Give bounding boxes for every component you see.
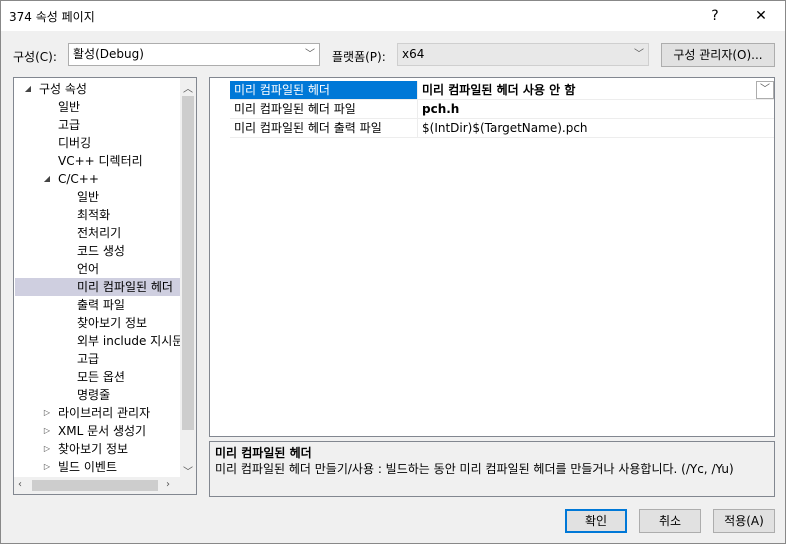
tree-item-label: 최적화 (77, 208, 111, 222)
grid-row[interactable]: 미리 컴파일된 헤더 파일 pch.h (230, 100, 774, 119)
chevron-down-icon: ﹀ (305, 49, 315, 60)
tree-item-label: 전처리기 (77, 226, 122, 240)
tree-item[interactable]: VC++ 디렉터리 (15, 152, 181, 170)
scroll-up-icon[interactable]: ︿ (183, 80, 193, 95)
tree-item-label: 구성 속성 (39, 82, 87, 96)
tree-item-label: 일반 (58, 100, 81, 114)
apply-button[interactable]: 적용(A) (713, 509, 775, 533)
tree-item-label: 찾아보기 정보 (77, 316, 148, 330)
tree-item[interactable]: 언어 (15, 260, 181, 278)
tree-item[interactable]: 코드 생성 (15, 242, 181, 260)
description-panel: 미리 컴파일된 헤더 미리 컴파일된 헤더 만들기/사용 : 빌드하는 동안 미… (209, 441, 775, 497)
close-button[interactable]: ✕ (739, 1, 783, 31)
tree-horizontal-scrollbar[interactable]: ‹ › (14, 477, 196, 494)
platform-value: x64 (402, 47, 425, 61)
scroll-left-icon[interactable]: ‹ (18, 479, 22, 490)
tree-item-label: 외부 include 지시문 (77, 334, 181, 348)
platform-label: 플랫폼(P): (332, 50, 386, 64)
scroll-right-icon[interactable]: › (166, 479, 170, 490)
chevron-down-icon[interactable]: ﹀ (756, 81, 774, 99)
tree-item-label: 빌드 이벤트 (58, 460, 118, 474)
tree-item-label: 명령줄 (77, 388, 111, 402)
tree-item[interactable]: 출력 파일 (15, 296, 181, 314)
expand-arrow-icon[interactable]: ▷ (42, 458, 52, 476)
property-grid[interactable]: 미리 컴파일된 헤더 미리 컴파일된 헤더 사용 안 함 ﹀ 미리 컴파일된 헤… (209, 77, 775, 437)
config-value: 활성(Debug) (73, 47, 144, 61)
tree-item-label: 찾아보기 정보 (58, 442, 129, 456)
config-label: 구성(C): (13, 50, 57, 64)
tree-item-label: 고급 (77, 352, 100, 366)
tree-item-label: 미리 컴파일된 헤더 (77, 280, 173, 294)
expand-arrow-icon[interactable]: ▷ (42, 422, 52, 440)
tree-item[interactable]: 전처리기 (15, 224, 181, 242)
expand-arrow-icon[interactable]: ▷ (42, 404, 52, 422)
window-title: 374 속성 페이지 (9, 10, 95, 24)
chevron-down-icon: ﹀ (634, 49, 644, 60)
tree-item[interactable]: 최적화 (15, 206, 181, 224)
tree-item[interactable]: ◢ C/C++ (15, 170, 181, 188)
collapse-arrow-icon[interactable]: ◢ (23, 80, 33, 98)
platform-dropdown[interactable]: x64 ﹀ (397, 43, 649, 66)
tree-item[interactable]: 외부 include 지시문 (15, 332, 181, 350)
tree-item-label: 고급 (58, 118, 81, 132)
tree-item-label: 출력 파일 (77, 298, 125, 312)
property-pages-dialog: 374 속성 페이지 ? ✕ 구성(C): 활성(Debug) ﹀ 플랫폼(P)… (0, 0, 786, 544)
scroll-down-icon[interactable]: ﹀ (183, 463, 193, 478)
tree-item-label: 모든 옵션 (77, 370, 125, 384)
scroll-thumb[interactable] (182, 96, 194, 430)
title-bar: 374 속성 페이지 ? ✕ (1, 1, 785, 31)
description-title: 미리 컴파일된 헤더 (215, 446, 312, 460)
tree-item-label: 언어 (77, 262, 100, 276)
description-text: 미리 컴파일된 헤더 만들기/사용 : 빌드하는 동안 미리 컴파일된 헤더를 … (215, 462, 734, 476)
tree-item-label: 일반 (77, 190, 100, 204)
property-name[interactable]: 미리 컴파일된 헤더 파일 (230, 100, 418, 118)
collapse-arrow-icon[interactable]: ◢ (42, 170, 52, 188)
tree-item[interactable]: 명령줄 (15, 386, 181, 404)
tree-item[interactable]: 모든 옵션 (15, 368, 181, 386)
cancel-button[interactable]: 취소 (639, 509, 701, 533)
tree-item[interactable]: 고급 (15, 350, 181, 368)
help-button[interactable]: ? (693, 1, 737, 31)
tree-item[interactable]: 일반 (15, 188, 181, 206)
tree-item[interactable]: ▷ 찾아보기 정보 (15, 440, 181, 458)
tree-item-label: 라이브러리 관리자 (58, 406, 151, 420)
tree-item[interactable]: ◢ 구성 속성 (15, 80, 181, 98)
property-tree[interactable]: ◢ 구성 속성 일반 고급 디버깅 VC++ 디렉터리 ◢ C/C++ 일반 최적화 전처리기 코드 … (13, 77, 197, 495)
tree-vertical-scrollbar[interactable]: ︿ ﹀ (180, 78, 196, 478)
ok-button[interactable]: 확인 (565, 509, 627, 533)
expand-arrow-icon[interactable]: ▷ (42, 440, 52, 458)
tree-item-label: 코드 생성 (77, 244, 125, 258)
tree-item[interactable]: ▷ 라이브러리 관리자 (15, 404, 181, 422)
property-value[interactable]: 미리 컴파일된 헤더 사용 안 함 (420, 81, 774, 99)
tree-item[interactable]: 미리 컴파일된 헤더 (15, 278, 181, 296)
config-manager-button[interactable]: 구성 관리자(O)... (661, 43, 775, 67)
grid-row[interactable]: 미리 컴파일된 헤더 출력 파일 $(IntDir)$(TargetName).… (230, 119, 774, 138)
tree-item[interactable]: ▷ XML 문서 생성기 (15, 422, 181, 440)
property-name[interactable]: 미리 컴파일된 헤더 출력 파일 (230, 119, 418, 137)
property-value[interactable]: pch.h (420, 100, 774, 118)
tree-item-label: 디버깅 (58, 136, 92, 150)
tree-item-label: C/C++ (58, 172, 99, 186)
property-value[interactable]: $(IntDir)$(TargetName).pch (420, 119, 774, 137)
scroll-thumb[interactable] (32, 480, 158, 491)
tree-item[interactable]: 고급 (15, 116, 181, 134)
tree-item-label: VC++ 디렉터리 (58, 154, 143, 168)
tree-item[interactable]: 디버깅 (15, 134, 181, 152)
tree-item-label: XML 문서 생성기 (58, 424, 147, 438)
config-dropdown[interactable]: 활성(Debug) ﹀ (68, 43, 320, 66)
tree-item[interactable]: 찾아보기 정보 (15, 314, 181, 332)
grid-row[interactable]: 미리 컴파일된 헤더 미리 컴파일된 헤더 사용 안 함 ﹀ (230, 81, 774, 100)
property-name[interactable]: 미리 컴파일된 헤더 (230, 81, 418, 99)
tree-item[interactable]: 일반 (15, 98, 181, 116)
tree-item[interactable]: ▷ 빌드 이벤트 (15, 458, 181, 476)
